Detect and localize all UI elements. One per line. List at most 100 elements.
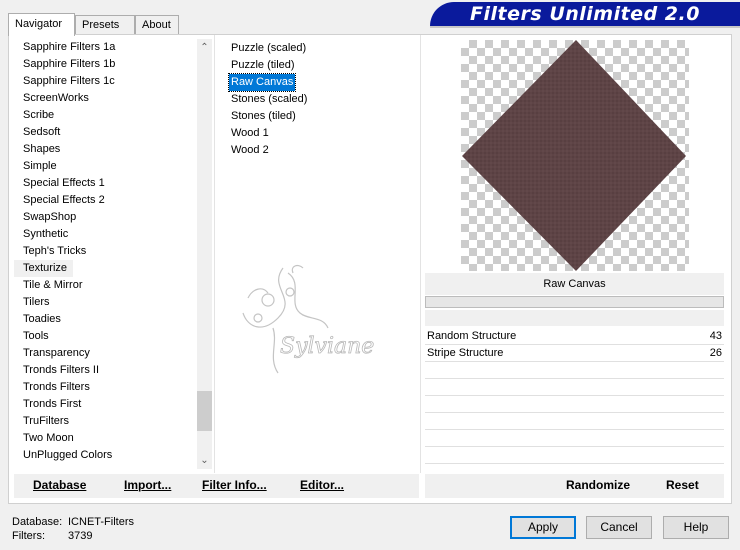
category-item[interactable]: Synthetic: [14, 226, 197, 243]
right-button-bar: Randomize Reset: [425, 474, 724, 498]
category-item[interactable]: Two Moon: [14, 430, 197, 447]
filters-count-value: 3739: [68, 530, 93, 542]
category-item-label: Tilers: [23, 296, 50, 308]
category-item[interactable]: Simple: [14, 158, 197, 175]
category-item-label: Teph's Tricks: [23, 245, 87, 257]
category-item-label: Sapphire Filters 1a: [23, 41, 116, 53]
randomize-button[interactable]: Randomize: [566, 478, 630, 492]
database-button[interactable]: Database: [33, 478, 86, 492]
category-list[interactable]: Sapphire Filters 1a Sapphire Filters 1b Sa…: [14, 39, 197, 469]
param-label: Stripe Structure: [427, 347, 504, 359]
category-item-label: Scribe: [23, 109, 55, 121]
category-item-label: ScreenWorks: [23, 92, 89, 104]
filter-item[interactable]: Puzzle (scaled): [229, 40, 308, 57]
progress-bar: [425, 296, 724, 308]
param-row-stripe-structure[interactable]: Stripe Structure 26: [425, 345, 724, 362]
category-item[interactable]: Teph's Tricks: [14, 243, 197, 260]
category-item[interactable]: SwapShop: [14, 209, 197, 226]
category-item[interactable]: Tronds Filters II: [14, 362, 197, 379]
category-item-label: Shapes: [23, 143, 61, 155]
category-item-label: Tile & Mirror: [23, 279, 83, 291]
category-item-label: Special Effects 2: [23, 194, 105, 206]
database-info: Database: ICNET-Filters Filters: 3739: [12, 515, 134, 543]
category-item-label: Texturize: [14, 260, 74, 277]
category-item[interactable]: Tilers: [14, 294, 197, 311]
scroll-down-icon[interactable]: ⌄: [197, 452, 212, 469]
params-header: [425, 310, 724, 326]
filter-name-label: Raw Canvas: [425, 273, 724, 295]
param-value[interactable]: 43: [710, 328, 722, 344]
category-item-label: Tronds First: [23, 398, 82, 410]
scroll-thumb[interactable]: [197, 391, 212, 431]
param-row-random-structure[interactable]: Random Structure 43: [425, 328, 724, 345]
category-item-label: Tronds Filters: [23, 381, 90, 393]
filter-item[interactable]: Wood 2: [229, 142, 271, 159]
category-item[interactable]: Transparency: [14, 345, 197, 362]
scroll-up-icon[interactable]: ⌃: [197, 39, 212, 56]
tab-navigator[interactable]: Navigator: [8, 13, 75, 36]
category-item-label: Tools: [23, 330, 49, 342]
watermark-logo: Sylviane: [242, 264, 375, 374]
category-item[interactable]: Texturize: [14, 260, 197, 277]
category-item[interactable]: Sapphire Filters 1b: [14, 56, 197, 73]
category-item-label: Transparency: [23, 347, 90, 359]
category-item-label: Synthetic: [23, 228, 69, 240]
help-button[interactable]: Help: [663, 516, 729, 539]
param-row-empty: [425, 396, 724, 413]
left-button-bar: Database Import... Filter Info... Editor…: [14, 474, 419, 498]
tab-presets[interactable]: Presets: [75, 15, 135, 35]
app-banner: Filters Unlimited 2.0: [430, 2, 740, 26]
category-item-label: Two Moon: [23, 432, 74, 444]
parameter-list: Random Structure 43 Stripe Structure 26: [425, 328, 724, 464]
category-item[interactable]: ScreenWorks: [14, 90, 197, 107]
param-label: Random Structure: [427, 330, 517, 342]
category-item-label: Special Effects 1: [23, 177, 105, 189]
filter-item[interactable]: Stones (tiled): [229, 108, 298, 125]
category-item[interactable]: Tronds Filters: [14, 379, 197, 396]
filter-item[interactable]: Raw Canvas: [227, 73, 297, 92]
category-item-label: UnPlugged Colors: [23, 449, 113, 461]
category-item[interactable]: Shapes: [14, 141, 197, 158]
category-item[interactable]: UnPlugged Colors: [14, 447, 197, 464]
preview-diamond: [462, 40, 686, 271]
filter-item[interactable]: Puzzle (tiled): [229, 57, 297, 74]
category-item[interactable]: TruFilters: [14, 413, 197, 430]
filter-item[interactable]: Stones (scaled): [229, 91, 309, 108]
filter-item[interactable]: Wood 1: [229, 125, 271, 142]
param-row-empty: [425, 362, 724, 379]
category-item[interactable]: Toadies: [14, 311, 197, 328]
reset-button[interactable]: Reset: [666, 478, 699, 492]
category-item[interactable]: Sapphire Filters 1c: [14, 73, 197, 90]
param-row-empty: [425, 430, 724, 447]
category-item[interactable]: Sapphire Filters 1a: [14, 39, 197, 56]
category-item-label: Simple: [23, 160, 57, 172]
database-label: Database:: [12, 516, 63, 528]
watermark-text: Sylviane: [280, 334, 374, 359]
divider: [420, 35, 421, 473]
divider: [214, 35, 215, 473]
filter-list[interactable]: Puzzle (scaled) Puzzle (tiled) Raw Canvas S…: [227, 40, 414, 159]
category-item[interactable]: Scribe: [14, 107, 197, 124]
param-row-empty: [425, 413, 724, 430]
editor-button[interactable]: Editor...: [300, 478, 344, 492]
param-row-empty: [425, 379, 724, 396]
category-item[interactable]: Special Effects 2: [14, 192, 197, 209]
category-item[interactable]: Tile & Mirror: [14, 277, 197, 294]
category-item[interactable]: Special Effects 1: [14, 175, 197, 192]
param-value[interactable]: 26: [710, 345, 722, 361]
preview-canvas: [461, 40, 689, 271]
import-button[interactable]: Import...: [124, 478, 171, 492]
database-value: ICNET-Filters: [68, 516, 134, 528]
category-item[interactable]: Tools: [14, 328, 197, 345]
category-scrollbar[interactable]: ⌃ ⌄: [197, 39, 212, 469]
filter-info-button[interactable]: Filter Info...: [202, 478, 267, 492]
category-item-label: Toadies: [23, 313, 61, 325]
category-item-label: TruFilters: [23, 415, 70, 427]
category-item-label: Tronds Filters II: [23, 364, 99, 376]
category-item-label: Sapphire Filters 1c: [23, 75, 115, 87]
apply-button[interactable]: Apply: [510, 516, 576, 539]
category-item[interactable]: Sedsoft: [14, 124, 197, 141]
tab-about[interactable]: About: [135, 15, 179, 35]
cancel-button[interactable]: Cancel: [586, 516, 652, 539]
category-item[interactable]: Tronds First: [14, 396, 197, 413]
